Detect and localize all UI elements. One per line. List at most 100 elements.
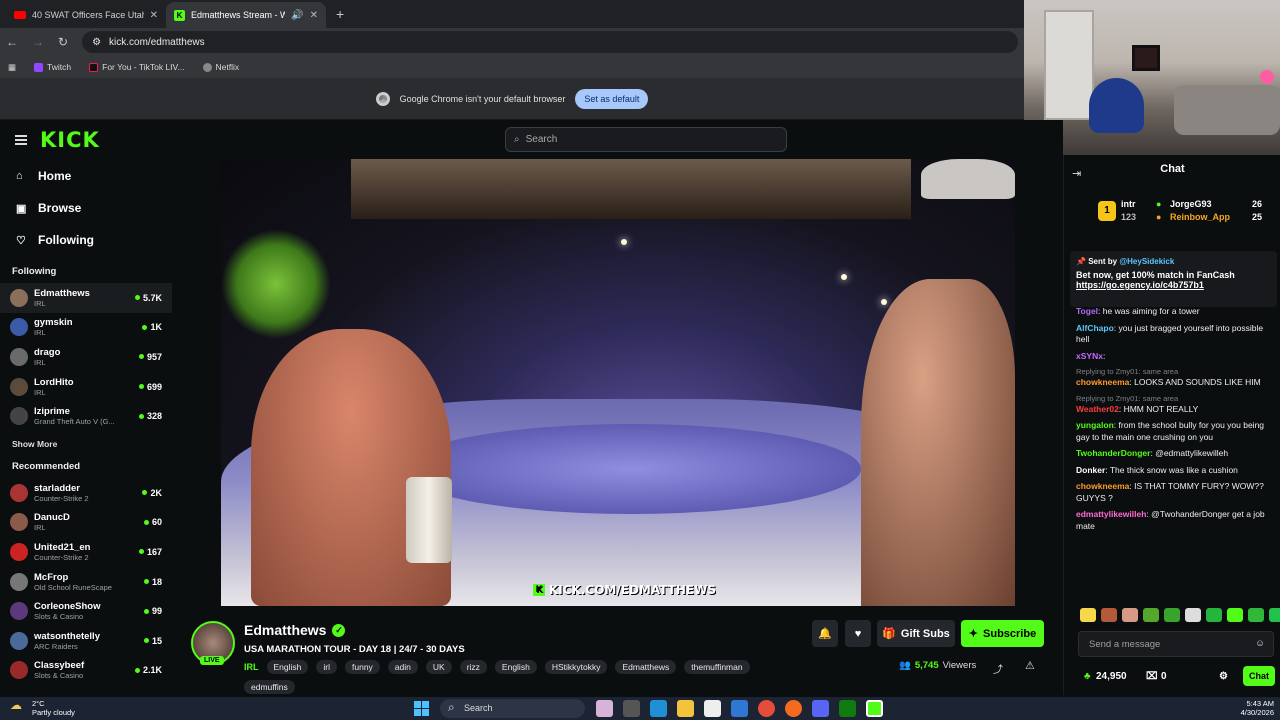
file-explorer-icon[interactable] [677,700,694,717]
sidebar-channel[interactable]: Classybeef Slots & Casino 2.1K [0,656,172,686]
sidebar-channel[interactable]: lziprime Grand Theft Auto V (G... 328 [0,401,172,431]
chat-username[interactable]: edmattylikewilleh [1076,509,1146,519]
leader-name[interactable]: intr [1121,199,1136,209]
pinned-sender[interactable]: @HeySidekick [1119,257,1174,266]
chrome-icon[interactable] [758,700,775,717]
reload-icon[interactable]: ↻ [58,35,68,49]
chat-username[interactable]: Togel [1076,306,1098,316]
sidebar-channel[interactable]: starladder Counter-Strike 2 2K [0,478,172,508]
emote-icon[interactable] [1269,608,1280,622]
chat-message[interactable]: Replying to Zmy01: same area Weather02: H… [1076,394,1269,416]
chat-settings-icon[interactable]: ⚙ [1219,671,1228,682]
chat-username[interactable]: AlfChapo [1076,323,1114,333]
chat-message[interactable]: yungalon: from the school bully for you … [1076,420,1269,443]
chat-username[interactable]: TwohanderDonger [1076,448,1150,458]
report-icon[interactable]: ⚠ [1025,659,1035,672]
streamer-name[interactable]: Edmatthews ✓ [244,622,346,638]
browser-tab-kick[interactable]: K Edmatthews Stream - Watc 🔊 ✕ [166,2,326,28]
chat-message[interactable]: Togel: he was aiming for a tower [1076,306,1269,318]
pinned-link[interactable]: https://go.egency.io/c4b757b1 [1076,280,1271,290]
sidebar-channel[interactable]: drago IRL 957 [0,342,172,372]
media-icon[interactable] [785,700,802,717]
stream-tag[interactable]: English [266,660,309,674]
browser-tab-youtube[interactable]: 40 SWAT Officers Face Utah's D ✕ [6,2,166,28]
stream-tag[interactable]: adin [387,660,418,674]
sidebar-channel[interactable]: Edmatthews IRL 5.7K [0,283,172,313]
gift-subs-button[interactable]: 🎁 Gift Subs [877,620,955,647]
apps-icon[interactable]: ▦ [8,62,16,73]
chat-input[interactable]: Send a message ☺ [1078,631,1274,657]
stream-tag[interactable]: irl [316,660,337,674]
sidebar-channel[interactable]: LordHito IRL 699 [0,372,172,402]
close-tab-icon[interactable]: ✕ [310,10,318,21]
share-icon[interactable]: ⤴ [993,661,1003,676]
mail-icon[interactable] [731,700,748,717]
system-clock[interactable]: 5:43 AM 4/30/2026 [1230,699,1274,717]
stream-tag[interactable]: funny [345,660,380,674]
stream-tag[interactable]: HStikkytokky [544,660,608,674]
bookmark-tiktok[interactable]: For You - TikTok LIV... [89,62,185,72]
sidebar-channel[interactable]: McFrop Old School RuneScape 18 [0,567,172,597]
edge-icon[interactable] [650,700,667,717]
chat-username[interactable]: chowkneema [1076,481,1129,491]
chat-message[interactable]: edmattylikewilleh: @TwohanderDonger get … [1076,509,1269,532]
xbox-icon[interactable] [839,700,856,717]
chat-message[interactable]: Replying to Zmy01: same area chowkneema: … [1076,367,1269,389]
video-player[interactable] [221,159,1015,606]
leader-name[interactable]: Reinbow_App [1170,212,1230,222]
close-tab-icon[interactable]: ✕ [150,10,158,21]
subscribe-button[interactable]: ✦ Subscribe [961,620,1044,647]
sidebar-channel[interactable]: CorleoneShow Slots & Casino 99 [0,596,172,626]
speaker-icon[interactable]: 🔊 [291,10,303,21]
emote-icon[interactable] [1122,608,1138,622]
sidebar-channel[interactable]: watsonthetelly ARC Raiders 15 [0,626,172,656]
sidebar-channel[interactable]: gymskin IRL 1K [0,313,172,343]
stream-tag[interactable]: UK [425,660,452,674]
store-icon[interactable] [704,700,721,717]
emote-icon[interactable] [1080,608,1096,622]
chat-username[interactable]: xSYNx [1076,351,1103,361]
emote-icon[interactable] [1164,608,1180,622]
chat-message[interactable]: AlfChapo: you just bragged yourself into… [1076,323,1269,346]
flowers-icon[interactable] [596,700,613,717]
nav-home[interactable]: ⌂ Home [0,160,172,192]
chat-message[interactable]: chowkneema: IS THAT TOMMY FURY? WOW?? GU… [1076,481,1269,504]
leader-name[interactable]: JorgeG93 [1170,199,1212,209]
chat-username[interactable]: yungalon [1076,420,1114,430]
forward-icon[interactable]: → [32,35,44,49]
search-input[interactable]: ⌕ Search [505,127,787,152]
sidebar-channel[interactable]: DanucD IRL 60 [0,508,172,538]
weather-widget[interactable]: 2°C Partly cloudy [10,699,75,717]
windows-start-icon[interactable] [414,701,429,716]
pinned-message[interactable]: 📌 Sent by @HeySidekick Bet now, get 100%… [1070,251,1277,307]
kick-logo[interactable]: KICK [40,128,100,152]
kick-app-icon[interactable] [866,700,883,717]
nav-following[interactable]: ♡ Following [0,224,172,256]
emote-icon[interactable] [1143,608,1159,622]
stream-category[interactable]: IRL [244,662,259,672]
address-bar[interactable]: ⚙ kick.com/edmatthews [82,31,1018,53]
stream-tag[interactable]: English [494,660,537,674]
stream-tag[interactable]: Edmatthews [615,660,677,674]
emote-icon[interactable] [1227,608,1243,622]
stream-tag[interactable]: themuffinman [684,660,750,674]
follow-button[interactable]: ♥ [845,620,871,647]
site-info-icon[interactable]: ⚙ [92,37,101,48]
nav-browse[interactable]: ▣ Browse [0,192,172,224]
chat-username[interactable]: chowkneema [1076,377,1129,387]
emote-icon[interactable] [1248,608,1264,622]
notification-bell-button[interactable]: 🔔 [812,620,838,647]
emote-icon[interactable] [1185,608,1201,622]
bookmark-netflix[interactable]: Netflix [202,62,239,72]
chat-username[interactable]: Weather02 [1076,404,1119,414]
channel-points[interactable]: 24,950 [1096,671,1127,682]
chat-message[interactable]: xSYNx: [1076,351,1269,363]
menu-icon[interactable] [15,135,27,145]
new-tab-button[interactable]: + [326,6,354,28]
show-more-link[interactable]: Show More [0,431,172,457]
chat-send-button[interactable]: Chat [1243,666,1275,686]
sidebar-channel[interactable]: United21_en Counter-Strike 2 167 [0,537,172,567]
taskbar-search[interactable]: Search [440,699,585,718]
stream-tag[interactable]: rizz [459,660,487,674]
set-as-default-button[interactable]: Set as default [575,88,649,109]
